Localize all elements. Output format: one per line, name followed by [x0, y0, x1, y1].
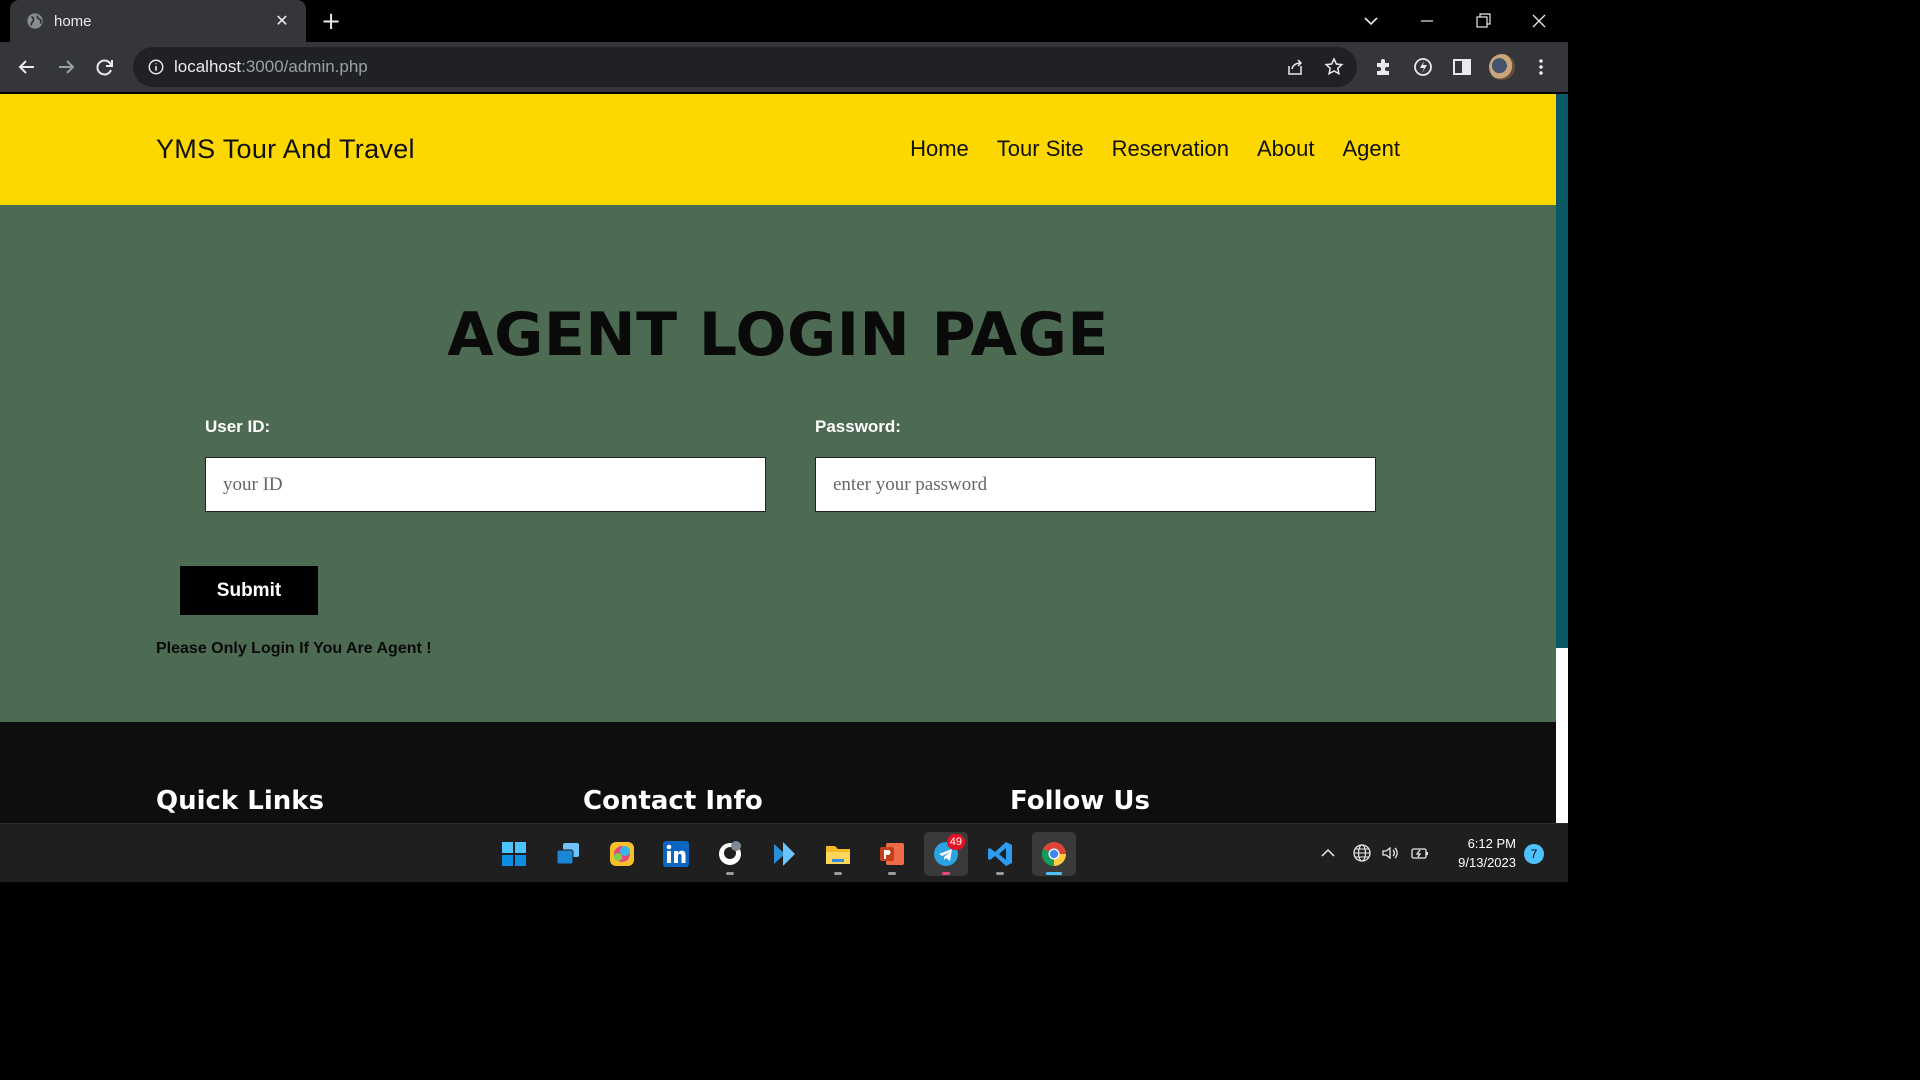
nav-agent[interactable]: Agent	[1343, 136, 1401, 162]
task-view-button[interactable]	[546, 832, 590, 876]
side-panel-icon[interactable]	[1451, 56, 1473, 78]
globe-icon	[27, 13, 43, 29]
scrollbar-thumb[interactable]	[1556, 94, 1568, 648]
page-scrollbar[interactable]	[1556, 94, 1568, 823]
bookmark-star-icon[interactable]	[1324, 57, 1344, 77]
password-label: Password:	[815, 417, 901, 436]
agent-notice: Please Only Login If You Are Agent !	[156, 640, 432, 657]
page-content: YMS Tour And Travel Home Tour Site Reser…	[0, 94, 1556, 823]
menu-kebab-icon[interactable]	[1530, 56, 1552, 78]
telegram-app[interactable]: 49	[924, 832, 968, 876]
clock-time: 6:12 PM	[1467, 836, 1516, 851]
running-indicator	[834, 872, 842, 875]
nav-reservation[interactable]: Reservation	[1112, 136, 1229, 162]
footer-contact-info-heading: Contact Info	[583, 786, 763, 816]
chrome-icon	[1041, 842, 1066, 866]
nav-tour-site[interactable]: Tour Site	[997, 136, 1084, 162]
main-nav: Home Tour Site Reservation About Agent	[910, 136, 1400, 162]
user-id-label: User ID:	[205, 417, 271, 436]
telegram-unread-badge: 49	[946, 834, 965, 850]
volume-icon[interactable]	[1380, 843, 1400, 863]
new-tab-button[interactable]: +	[318, 8, 344, 34]
start-button[interactable]	[492, 832, 536, 876]
running-indicator	[942, 872, 950, 875]
nav-home[interactable]: Home	[910, 136, 969, 162]
running-indicator	[996, 872, 1004, 875]
visual-studio-app[interactable]	[762, 832, 806, 876]
photos-app[interactable]	[600, 832, 644, 876]
linkedin-app[interactable]	[654, 832, 698, 876]
footer-quick-links-heading: Quick Links	[156, 786, 325, 816]
reload-icon[interactable]	[90, 52, 120, 82]
password-input[interactable]	[815, 457, 1376, 512]
linkedin-icon	[663, 841, 689, 867]
page-title: AGENT LOGIN PAGE	[447, 300, 1109, 370]
browser-tab-home[interactable]: home ✕	[10, 0, 306, 42]
back-icon[interactable]	[12, 52, 42, 82]
clock-date: 9/13/2023	[1458, 855, 1516, 870]
extensions-icon[interactable]	[1373, 56, 1395, 78]
active-indicator	[1046, 872, 1062, 875]
close-tab-icon[interactable]: ✕	[272, 11, 292, 31]
footer-follow-us-heading: Follow Us	[1010, 786, 1150, 816]
profile-avatar[interactable]	[1489, 54, 1515, 80]
minimize-icon[interactable]	[1412, 6, 1442, 36]
vscode-icon	[988, 842, 1012, 866]
battery-charging-icon[interactable]	[1410, 843, 1430, 863]
address-bar[interactable]: localhost:3000/admin.php	[133, 47, 1357, 87]
browser-tab-strip: home ✕ +	[0, 0, 1568, 42]
restore-icon[interactable]	[1468, 6, 1498, 36]
running-indicator	[888, 872, 896, 875]
nav-about[interactable]: About	[1257, 136, 1315, 162]
visual-studio-icon	[774, 842, 795, 866]
browser-toolbar: localhost:3000/admin.php	[0, 42, 1568, 92]
language-globe-icon[interactable]	[1352, 843, 1372, 863]
photos-icon	[610, 842, 634, 866]
notification-badge[interactable]: 7	[1524, 844, 1544, 864]
chrome-app[interactable]	[1032, 832, 1076, 876]
url-path: :3000/admin.php	[241, 57, 368, 76]
performance-icon[interactable]	[1412, 56, 1434, 78]
start-icon	[502, 842, 526, 866]
forward-icon[interactable]	[51, 52, 81, 82]
chevron-up-icon[interactable]	[1318, 843, 1338, 863]
tab-search-chevron-icon[interactable]	[1356, 6, 1386, 36]
site-header: YMS Tour And Travel Home Tour Site Reser…	[0, 94, 1556, 205]
close-window-icon[interactable]	[1524, 6, 1554, 36]
system-clock[interactable]: 6:12 PM 9/13/2023	[1440, 834, 1516, 872]
vscode-app[interactable]	[978, 832, 1022, 876]
tab-title: home	[54, 12, 92, 30]
powerpoint-icon	[880, 843, 904, 865]
file-explorer-app[interactable]	[816, 832, 860, 876]
share-icon[interactable]	[1285, 57, 1305, 77]
github-app[interactable]	[708, 832, 752, 876]
powerpoint-app[interactable]	[870, 832, 914, 876]
user-id-input[interactable]	[205, 457, 766, 512]
file-explorer-icon	[826, 846, 850, 864]
url-host: localhost	[174, 57, 242, 76]
site-brand[interactable]: YMS Tour And Travel	[156, 134, 415, 165]
task-view-icon	[556, 843, 579, 865]
windows-taskbar: 49 6:12 PM 9/13/2023 7	[0, 823, 1568, 882]
running-indicator	[726, 872, 734, 875]
site-footer: Quick Links Contact Info Follow Us	[0, 722, 1556, 823]
submit-button[interactable]: Submit	[180, 566, 318, 615]
site-info-icon[interactable]	[147, 58, 165, 76]
github-icon	[719, 841, 741, 865]
